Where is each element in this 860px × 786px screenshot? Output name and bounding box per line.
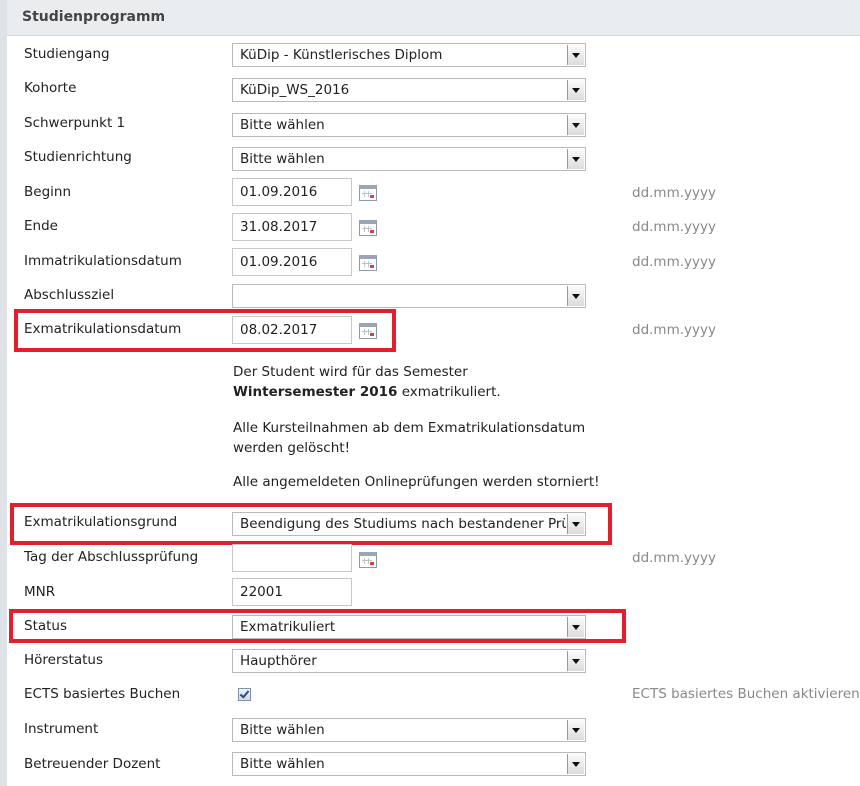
left-border [0,0,7,786]
abschlussziel-select[interactable] [232,284,586,308]
chevron-down-icon[interactable] [567,45,584,65]
status-select[interactable]: Exmatrikuliert [232,615,586,639]
calendar-icon[interactable] [359,185,377,201]
hoererstatus-label: Hörerstatus [24,652,104,668]
mnr-input[interactable]: 22001 [232,578,352,606]
chevron-down-icon[interactable] [567,651,584,671]
online-warning: Alle angemeldeten Onlineprüfungen werden… [233,474,600,490]
ects-label: ECTS basiertes Buchen [24,686,181,702]
immatrikulationsdatum-label: Immatrikulationsdatum [24,253,182,269]
kohorte-value: KüDip_WS_2016 [240,82,350,98]
kohorte-label: Kohorte [24,80,77,96]
ende-date-input[interactable]: 31.08.2017 [232,213,352,241]
chevron-down-icon[interactable] [567,617,584,637]
chevron-down-icon[interactable] [567,514,584,534]
calendar-icon[interactable] [359,323,377,339]
betreuender-dozent-select[interactable]: Bitte wählen [232,752,586,776]
chevron-down-icon[interactable] [567,149,584,169]
ende-label: Ende [24,218,58,234]
studiengang-value: KüDip - Künstlerisches Diplom [240,47,443,63]
betreuender-dozent-label: Betreuender Dozent [24,756,161,772]
exmatrikulationsdatum-value: 08.02.2017 [240,322,318,338]
chevron-down-icon[interactable] [567,115,584,135]
instrument-select[interactable]: Bitte wählen [232,718,586,742]
status-label: Status [24,618,68,634]
chevron-down-icon[interactable] [567,720,584,740]
chevron-down-icon[interactable] [567,754,584,774]
schwerpunkt-value: Bitte wählen [240,117,325,133]
section-title: Studienprogramm [22,9,166,25]
immatrikulationsdatum-format-hint: dd.mm.yyyy [632,254,716,270]
abschlussziel-label: Abschlussziel [24,287,115,303]
tag-abschlusspruefung-label: Tag der Abschlussprüfung [24,549,199,565]
instrument-label: Instrument [24,721,99,737]
studienrichtung-label: Studienrichtung [24,149,132,165]
exmatrikulationsdatum-date-input[interactable]: 08.02.2017 [232,316,352,344]
ende-format-hint: dd.mm.yyyy [632,219,716,235]
exmatrikulationsgrund-value: Beendigung des Studiums nach bestandener… [240,516,566,532]
schwerpunkt-select[interactable]: Bitte wählen [232,113,586,137]
studiengang-label: Studiengang [24,46,110,62]
chevron-down-icon[interactable] [567,286,584,306]
semester-message: Der Student wird für das Semester Winter… [233,362,593,402]
ende-value: 31.08.2017 [240,219,318,235]
kurs-warning: Alle Kursteilnahmen ab dem Exmatrikulati… [233,420,586,456]
mnr-label: MNR [24,584,56,600]
tag-abschlusspruefung-format-hint: dd.mm.yyyy [632,550,716,566]
exmatrikulationsgrund-select[interactable]: Beendigung des Studiums nach bestandener… [232,512,586,536]
calendar-icon[interactable] [359,255,377,271]
hoererstatus-select[interactable]: Haupthörer [232,649,586,673]
chevron-down-icon[interactable] [567,80,584,100]
immatrikulationsdatum-date-input[interactable]: 01.09.2016 [232,248,352,276]
calendar-icon[interactable] [359,220,377,236]
beginn-value: 01.09.2016 [240,184,318,200]
ects-hint: ECTS basiertes Buchen aktivieren [632,686,860,702]
studienrichtung-select[interactable]: Bitte wählen [232,147,586,171]
status-value: Exmatrikuliert [240,619,336,635]
semester-message-pre: Der Student wird für das Semester [233,364,468,380]
ects-checkbox[interactable] [238,688,251,701]
section-header: Studienprogramm [7,0,860,36]
kohorte-select[interactable]: KüDip_WS_2016 [232,78,586,102]
semester-message-post: exmatrikuliert. [401,384,501,400]
studienrichtung-value: Bitte wählen [240,151,325,167]
immatrikulationsdatum-value: 01.09.2016 [240,254,318,270]
beginn-label: Beginn [24,184,71,200]
mnr-value: 22001 [240,584,283,600]
beginn-format-hint: dd.mm.yyyy [632,185,716,201]
beginn-date-input[interactable]: 01.09.2016 [232,178,352,206]
exmatrikulationsdatum-label: Exmatrikulationsdatum [24,321,182,337]
betreuender-dozent-value: Bitte wählen [240,756,325,772]
exmatrikulationsdatum-format-hint: dd.mm.yyyy [632,322,716,338]
hoererstatus-value: Haupthörer [240,653,317,669]
exmatrikulationsgrund-label: Exmatrikulationsgrund [24,514,178,530]
instrument-value: Bitte wählen [240,722,325,738]
schwerpunkt-label: Schwerpunkt 1 [24,115,126,131]
semester-message-bold: Wintersemester 2016 [233,384,398,400]
studiengang-select[interactable]: KüDip - Künstlerisches Diplom [232,43,586,67]
tag-abschlusspruefung-date-input[interactable] [232,544,352,572]
calendar-icon[interactable] [359,552,377,568]
